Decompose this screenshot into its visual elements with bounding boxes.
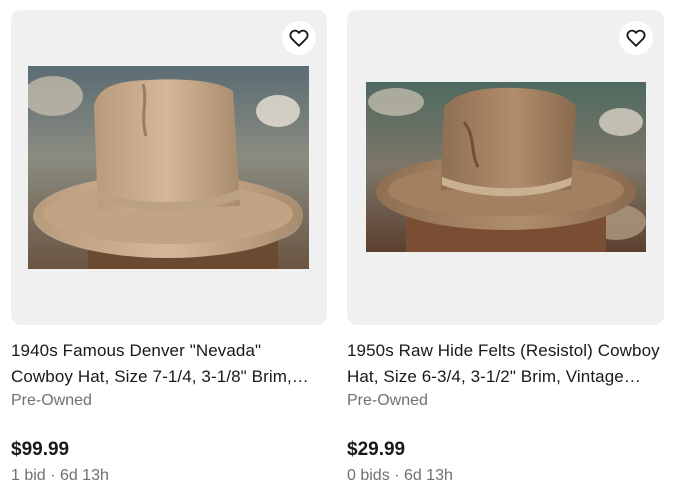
bid-count: 1 bid <box>11 467 46 484</box>
listing-card[interactable]: 1950s Raw Hide Felts (Resistol) Cowboy H… <box>347 10 664 487</box>
watch-button[interactable] <box>619 21 653 55</box>
listing-image-container[interactable] <box>11 10 327 325</box>
watch-button[interactable] <box>282 21 316 55</box>
listing-image-container[interactable] <box>347 10 664 325</box>
time-left: 6d 13h <box>403 467 453 484</box>
listing-condition: Pre-Owned <box>11 392 92 409</box>
heart-icon <box>626 29 646 47</box>
listing-title[interactable]: 1950s Raw Hide Felts (Resistol) Cowboy H… <box>347 338 664 390</box>
listing-bids-time: 0 bids · 6d 13h <box>347 465 664 487</box>
listing-photo[interactable] <box>28 66 309 269</box>
listing-condition: Pre-Owned <box>347 392 428 409</box>
separator-dot: · <box>394 467 400 484</box>
listing-photo[interactable] <box>366 82 646 252</box>
listing-card[interactable]: 1940s Famous Denver "Nevada" Cowboy Hat,… <box>11 10 327 487</box>
listing-price: $29.99 <box>347 439 406 460</box>
listing-title[interactable]: 1940s Famous Denver "Nevada" Cowboy Hat,… <box>11 338 327 390</box>
listing-bids-time: 1 bid · 6d 13h <box>11 465 327 487</box>
search-results-grid: 1940s Famous Denver "Nevada" Cowboy Hat,… <box>0 0 675 490</box>
listing-price: $99.99 <box>11 439 70 460</box>
time-left: 6d 13h <box>59 467 109 484</box>
heart-icon <box>289 29 309 47</box>
separator-dot: · <box>50 467 56 484</box>
bid-count: 0 bids <box>347 467 390 484</box>
